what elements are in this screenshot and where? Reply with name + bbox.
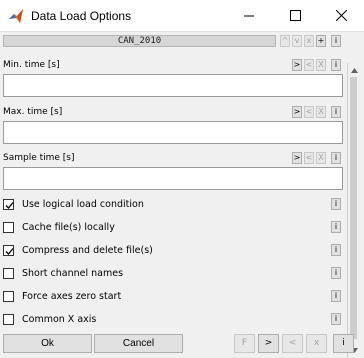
checkbox-box[interactable] [3, 268, 14, 279]
checkbox-label: Compress and delete file(s) [22, 245, 153, 256]
checkbox-label: Short channel names [22, 268, 124, 279]
min-time-clear-button[interactable]: X [316, 59, 326, 71]
minimize-icon [243, 15, 254, 17]
sample-time-label: Sample time [s] [3, 153, 75, 163]
header-info-button[interactable]: i [331, 35, 341, 47]
cache-files-info-button[interactable]: i [331, 221, 341, 233]
matlab-logo-icon [8, 8, 24, 24]
move-down-button[interactable]: v [292, 35, 302, 47]
scroll-thumb[interactable] [350, 77, 357, 339]
max-time-label: Max. time [s] [3, 107, 63, 117]
checkbox-label: Use logical load condition [22, 199, 144, 210]
max-time-input[interactable] [3, 121, 343, 144]
logical-load-info-button[interactable]: i [331, 198, 341, 210]
checkbox-label: Cache file(s) locally [22, 222, 115, 233]
dialog-content: CAN_2010 ^ v x + i Min. time [s] > < X i… [0, 32, 364, 358]
checkmark-icon [5, 202, 14, 209]
max-time-back-button[interactable]: < [304, 106, 314, 118]
sample-time-back-button[interactable]: < [304, 152, 314, 164]
first-button[interactable]: F [234, 334, 255, 353]
sample-time-input[interactable] [3, 167, 343, 190]
min-time-label: Min. time [s] [3, 60, 60, 70]
max-time-info-button[interactable]: i [331, 106, 341, 118]
add-button[interactable]: + [316, 35, 326, 47]
checkbox-label: Force axes zero start [22, 291, 122, 302]
sample-time-clear-button[interactable]: X [316, 152, 326, 164]
checkmark-icon [5, 248, 14, 255]
max-time-set-button[interactable]: > [292, 106, 302, 118]
checkbox-box[interactable] [3, 222, 14, 233]
min-time-input[interactable] [3, 74, 343, 97]
maximize-button[interactable] [272, 0, 318, 31]
checkbox-box[interactable] [3, 291, 14, 302]
checkbox-box[interactable] [3, 245, 14, 256]
sample-time-info-button[interactable]: i [331, 152, 341, 164]
remove-button[interactable]: x [304, 35, 314, 47]
checkbox-box[interactable] [3, 199, 14, 210]
previous-button[interactable]: < [282, 334, 303, 353]
minimize-button[interactable] [226, 0, 272, 31]
checkbox-label: Common X axis [22, 314, 97, 325]
common-x-axis-info-button[interactable]: i [331, 313, 341, 325]
ok-button[interactable]: Ok [3, 334, 92, 353]
close-button[interactable] [318, 0, 364, 31]
window-title: Data Load Options [31, 9, 132, 23]
checkbox-box[interactable] [3, 314, 14, 325]
scroll-up-arrow-icon[interactable] [348, 64, 360, 76]
short-channel-names-info-button[interactable]: i [331, 267, 341, 279]
max-time-clear-button[interactable]: X [316, 106, 326, 118]
min-time-set-button[interactable]: > [292, 59, 302, 71]
min-time-info-button[interactable]: i [331, 59, 341, 71]
title-bar: Data Load Options [0, 0, 364, 32]
profile-name-box: CAN_2010 [3, 35, 276, 47]
next-button[interactable]: > [258, 334, 279, 353]
compress-delete-info-button[interactable]: i [331, 244, 341, 256]
force-axes-zero-info-button[interactable]: i [331, 290, 341, 302]
min-time-back-button[interactable]: < [304, 59, 314, 71]
delete-button[interactable]: x [306, 334, 327, 353]
sample-time-set-button[interactable]: > [292, 152, 302, 164]
cancel-button[interactable]: Cancel [94, 334, 183, 353]
maximize-icon [289, 10, 301, 21]
move-up-button[interactable]: ^ [280, 35, 290, 47]
footer-info-button[interactable]: i [333, 334, 354, 353]
close-icon [335, 10, 347, 21]
vertical-scrollbar[interactable] [347, 63, 360, 358]
